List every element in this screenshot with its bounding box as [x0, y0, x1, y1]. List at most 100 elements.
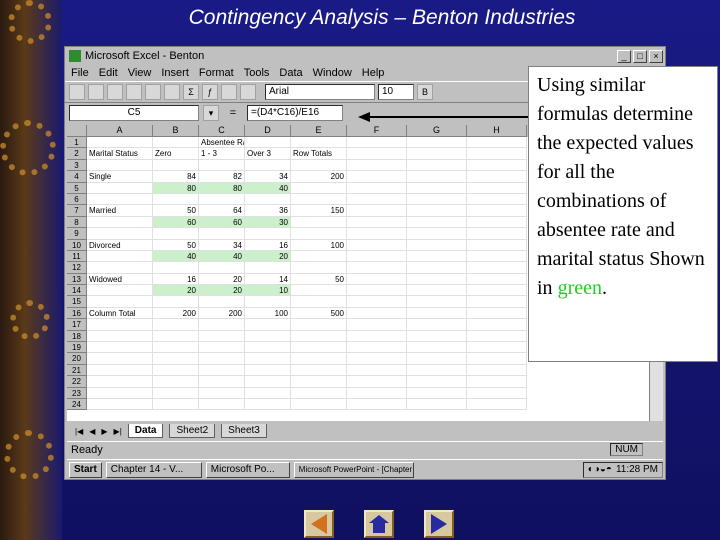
- chart-icon[interactable]: [221, 84, 237, 100]
- cell[interactable]: [153, 342, 199, 354]
- cell[interactable]: [467, 353, 527, 365]
- cell[interactable]: [347, 137, 407, 149]
- cell[interactable]: [347, 398, 407, 411]
- cell[interactable]: [467, 216, 527, 229]
- row-header[interactable]: 6: [67, 193, 87, 206]
- row-header[interactable]: 23: [67, 387, 87, 399]
- cell[interactable]: [87, 262, 153, 274]
- cell[interactable]: [87, 159, 153, 172]
- cell[interactable]: [291, 376, 347, 388]
- row-header[interactable]: 16: [67, 307, 87, 320]
- cell[interactable]: [199, 159, 245, 172]
- cell[interactable]: [87, 137, 153, 149]
- cell[interactable]: [245, 376, 291, 388]
- cell[interactable]: [407, 250, 467, 263]
- row-header[interactable]: 24: [67, 398, 87, 411]
- column-header[interactable]: C: [199, 125, 245, 137]
- cell[interactable]: [291, 216, 347, 229]
- cell[interactable]: [153, 364, 199, 377]
- cell[interactable]: [245, 364, 291, 377]
- cell[interactable]: [291, 182, 347, 194]
- cell[interactable]: [291, 319, 347, 331]
- cell[interactable]: [291, 262, 347, 274]
- cell[interactable]: 30: [245, 216, 291, 229]
- cell[interactable]: Absentee Rate: [199, 137, 245, 149]
- cell[interactable]: 14: [245, 273, 291, 286]
- cell[interactable]: [87, 228, 153, 240]
- cell[interactable]: [245, 387, 291, 399]
- cell[interactable]: [199, 387, 245, 399]
- menu-item[interactable]: Window: [313, 67, 352, 79]
- cell[interactable]: [153, 319, 199, 331]
- cell[interactable]: [407, 205, 467, 217]
- cell[interactable]: [407, 262, 467, 274]
- cut-icon[interactable]: [145, 84, 161, 100]
- cell[interactable]: [347, 216, 407, 229]
- cell[interactable]: [347, 342, 407, 354]
- cell[interactable]: Married: [87, 205, 153, 217]
- cell[interactable]: [153, 193, 199, 206]
- row-header[interactable]: 1: [67, 137, 87, 149]
- cell[interactable]: 82: [199, 171, 245, 183]
- cell[interactable]: [407, 364, 467, 377]
- cell[interactable]: [291, 193, 347, 206]
- cell[interactable]: 34: [245, 171, 291, 183]
- cell[interactable]: 500: [291, 307, 347, 320]
- cell[interactable]: [199, 296, 245, 308]
- cell[interactable]: [199, 330, 245, 343]
- cell[interactable]: [291, 387, 347, 399]
- cell[interactable]: [347, 296, 407, 308]
- cell[interactable]: [87, 216, 153, 229]
- menu-item[interactable]: View: [128, 67, 152, 79]
- cell[interactable]: [407, 296, 467, 308]
- row-header[interactable]: 9: [67, 228, 87, 240]
- cell[interactable]: 200: [153, 307, 199, 320]
- menu-item[interactable]: Data: [279, 67, 302, 79]
- font-name-select[interactable]: Arial: [265, 84, 375, 100]
- tab-sheet3[interactable]: Sheet3: [221, 424, 267, 438]
- cell[interactable]: [153, 296, 199, 308]
- menu-item[interactable]: Edit: [99, 67, 118, 79]
- select-all-corner[interactable]: [67, 125, 87, 137]
- cell[interactable]: 60: [199, 216, 245, 229]
- cell[interactable]: [347, 182, 407, 194]
- cell[interactable]: [291, 137, 347, 149]
- cell[interactable]: [199, 398, 245, 411]
- cell[interactable]: [467, 159, 527, 172]
- cell[interactable]: [467, 262, 527, 274]
- cell[interactable]: [407, 307, 467, 320]
- cell[interactable]: [153, 387, 199, 399]
- cell[interactable]: [347, 148, 407, 160]
- sort-icon[interactable]: Σ: [183, 84, 199, 100]
- cell[interactable]: [407, 398, 467, 411]
- cell[interactable]: 80: [199, 182, 245, 194]
- cell[interactable]: [467, 296, 527, 308]
- cell[interactable]: 40: [199, 250, 245, 263]
- cell[interactable]: [199, 342, 245, 354]
- cell[interactable]: [407, 387, 467, 399]
- cell[interactable]: [291, 364, 347, 377]
- cell[interactable]: 1 - 3: [199, 148, 245, 160]
- bold-button[interactable]: B: [417, 84, 433, 100]
- previous-slide-button[interactable]: [304, 510, 334, 538]
- cell[interactable]: [87, 330, 153, 343]
- cell[interactable]: [467, 330, 527, 343]
- cell[interactable]: 200: [291, 171, 347, 183]
- home-button[interactable]: [364, 510, 394, 538]
- cell[interactable]: 64: [199, 205, 245, 217]
- cell[interactable]: Divorced: [87, 239, 153, 251]
- row-header[interactable]: 10: [67, 239, 87, 251]
- cell[interactable]: [291, 159, 347, 172]
- cell[interactable]: [245, 193, 291, 206]
- cell[interactable]: 20: [153, 285, 199, 297]
- cell[interactable]: [467, 364, 527, 377]
- cell[interactable]: [291, 342, 347, 354]
- cell[interactable]: 16: [245, 239, 291, 251]
- cell[interactable]: Single: [87, 171, 153, 183]
- new-file-icon[interactable]: [69, 84, 85, 100]
- cell[interactable]: [407, 182, 467, 194]
- cell[interactable]: [467, 193, 527, 206]
- column-header[interactable]: F: [347, 125, 407, 137]
- row-header[interactable]: 5: [67, 182, 87, 194]
- cell[interactable]: [347, 307, 407, 320]
